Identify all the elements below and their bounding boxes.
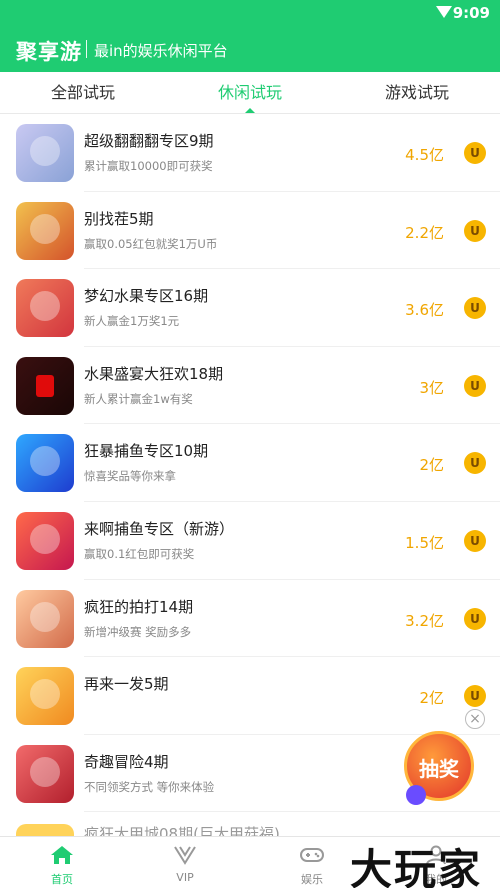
game-thumbnail <box>16 511 74 570</box>
nav-home[interactable]: 首页 <box>12 837 112 888</box>
tab-game-trial[interactable]: 游戏试玩 <box>334 72 500 114</box>
item-amount: 3亿 <box>419 378 444 397</box>
item-amount: 1.5亿 <box>405 533 444 552</box>
tab-all-trial[interactable]: 全部试玩 <box>0 72 166 114</box>
item-subtitle: 累计赢取10000即可获奖 <box>84 159 213 173</box>
active-tab-indicator <box>245 108 255 113</box>
game-thumbnail <box>16 356 74 415</box>
coin-icon: U <box>464 607 486 630</box>
game-thumbnail <box>16 744 74 803</box>
coin-icon: U <box>464 219 486 242</box>
coin-icon: U <box>464 374 486 397</box>
status-time: 9:09 <box>452 4 490 22</box>
watermark-logo: 大玩家 <box>350 845 483 888</box>
game-thumbnail <box>16 124 74 182</box>
game-thumbnail <box>16 667 74 726</box>
nav-entertainment[interactable]: 娱乐 <box>262 837 362 888</box>
list-item[interactable]: 水果盛宴大狂欢18期 新人累计赢金1w有奖 3亿 U <box>16 347 500 425</box>
gamepad-icon <box>300 848 324 862</box>
close-icon[interactable]: × <box>465 709 485 729</box>
item-amount: 3.6亿 <box>405 301 444 320</box>
nav-entertainment-label: 娱乐 <box>301 873 323 886</box>
coin-icon: U <box>464 685 486 708</box>
item-subtitle: 新人赢金1万奖1元 <box>84 314 180 329</box>
list-item[interactable]: 疯狂的拍打14期 新增冲级赛 奖励多多 3.2亿 U <box>16 580 500 658</box>
item-title: 超级翻翻翻专区9期 <box>84 132 214 150</box>
item-title: 来啊捕鱼专区（新游） <box>84 519 235 538</box>
list-item[interactable]: 梦幻水果专区16期 新人赢金1万奖1元 3.6亿 U <box>16 269 500 347</box>
nav-vip-label: VIP <box>176 871 194 884</box>
item-amount: 3.2亿 <box>405 611 444 630</box>
nav-home-label: 首页 <box>51 873 73 886</box>
nav-vip[interactable]: VIP <box>135 837 235 888</box>
app-brand: 聚享游 <box>16 40 82 64</box>
item-subtitle: 赢取0.1红包即可获奖 <box>84 546 195 561</box>
game-thumbnail <box>16 589 74 648</box>
app-slogan: 最in的娱乐休闲平台 <box>94 42 228 60</box>
list-item[interactable]: 来啊捕鱼专区（新游） 赢取0.1红包即可获奖 1.5亿 U <box>16 502 500 580</box>
coin-icon: U <box>464 142 486 164</box>
game-thumbnail <box>16 201 74 260</box>
item-title: 再来一发5期 <box>84 675 169 694</box>
item-title: 梦幻水果专区16期 <box>84 287 209 306</box>
item-amount: 4.5亿 <box>405 146 444 164</box>
game-list: 超级翻翻翻专区9期 累计赢取10000即可获奖 4.5亿 U 别找茬5期 赢取0… <box>0 114 500 836</box>
item-amount: 2.2亿 <box>405 223 444 242</box>
item-title: 别找茬5期 <box>84 209 154 228</box>
list-item[interactable]: 别找茬5期 赢取0.05红包就奖1万U币 2.2亿 U <box>16 192 500 270</box>
game-thumbnail <box>16 434 74 493</box>
item-title: 狂暴捕鱼专区10期 <box>84 442 209 461</box>
home-icon <box>51 846 73 864</box>
item-subtitle: 新增冲级赛 奖励多多 <box>84 624 192 639</box>
list-item[interactable]: 超级翻翻翻专区9期 累计赢取10000即可获奖 4.5亿 U <box>16 114 500 192</box>
app-header: 9:09 聚享游 最in的娱乐休闲平台 <box>0 0 500 72</box>
item-amount: 2亿 <box>419 689 444 708</box>
brand-divider <box>86 40 87 58</box>
item-subtitle: 赢取0.05红包就奖1万U币 <box>84 236 218 251</box>
list-item[interactable]: 再来一发5期 2亿 U <box>16 657 500 735</box>
item-subtitle: 不同领奖方式 等你来体验 <box>84 779 215 794</box>
item-subtitle: 新人累计赢金1w有奖 <box>84 391 193 406</box>
status-bar: 9:09 <box>0 0 500 28</box>
game-thumbnail <box>16 279 74 338</box>
tab-bar: 全部试玩 休闲试玩 游戏试玩 <box>0 72 500 114</box>
item-title: 疯狂的拍打14期 <box>84 597 194 616</box>
item-amount: 2亿 <box>419 456 444 475</box>
item-title: 奇趣冒险4期 <box>84 752 169 771</box>
coin-icon: U <box>464 297 486 320</box>
list-item[interactable]: 狂暴捕鱼专区10期 惊喜奖品等你来拿 2亿 U <box>16 424 500 502</box>
coin-icon: U <box>464 529 486 552</box>
wifi-icon <box>436 6 452 18</box>
decorative-ball <box>406 785 426 805</box>
vip-icon <box>174 846 196 865</box>
item-subtitle: 惊喜奖品等你来拿 <box>84 469 176 484</box>
coin-icon: U <box>464 452 486 475</box>
item-title: 水果盛宴大狂欢18期 <box>84 364 224 383</box>
